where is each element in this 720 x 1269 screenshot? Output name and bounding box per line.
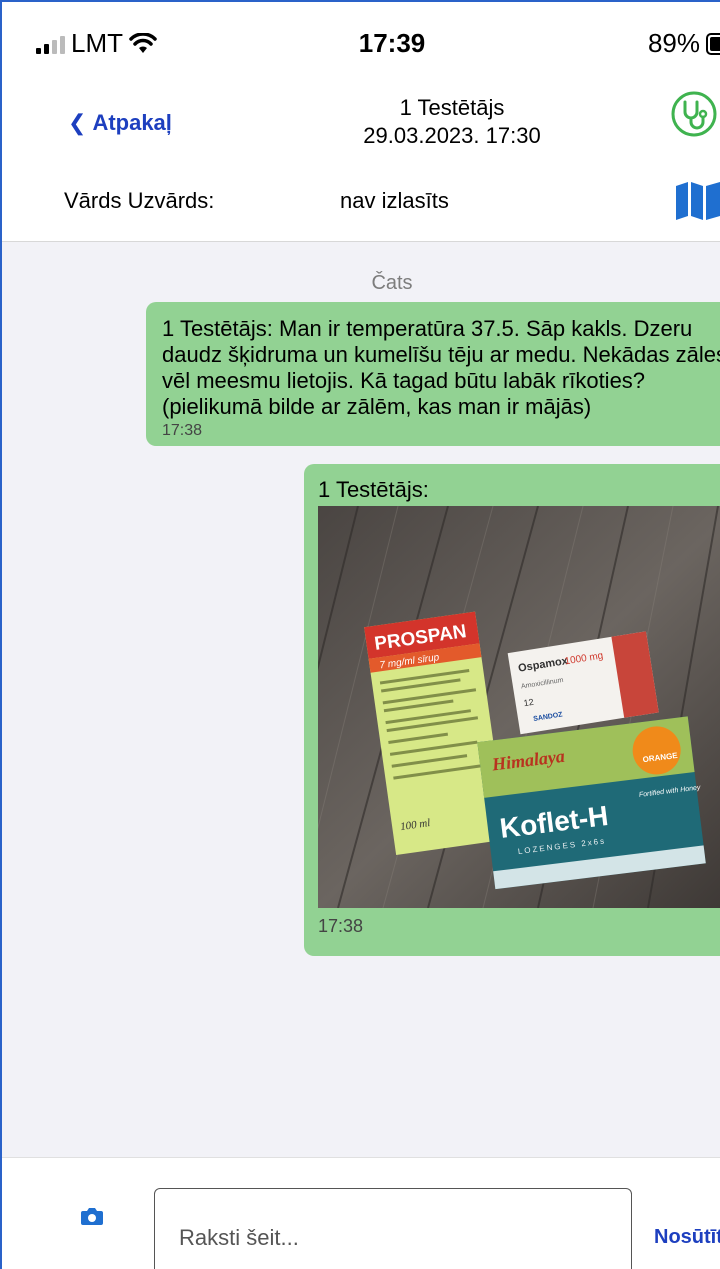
chat-area[interactable]: Čats 1 Testētājs: Man ir temperatūra 37.… <box>2 242 720 1157</box>
attached-photo[interactable]: PROSPAN 7 mg/ml sīrup 100 ml Ospamox 100… <box>318 506 720 908</box>
back-label: Atpakaļ <box>92 110 172 135</box>
message-sender: 1 Testētājs: <box>318 477 429 502</box>
image-message-bubble[interactable]: 1 Testētājs: PROSPAN 7 mg/ml sīrup 100 m… <box>304 464 720 956</box>
back-button[interactable]: ❮ Atpakaļ <box>68 110 172 136</box>
message-bubble[interactable]: 1 Testētājs: Man ir temperatūra 37.5. Sā… <box>146 302 720 446</box>
camera-icon[interactable] <box>80 1206 104 1226</box>
chevron-left-icon: ❮ <box>68 110 87 135</box>
patient-title: 1 Testētājs <box>399 95 505 120</box>
send-button[interactable]: Nosūtīt <box>654 1226 720 1249</box>
app-screen: LMT 17:39 89% ❮ Atpakaļ 1 Testētājs 29.0… <box>0 0 720 1269</box>
map-icon[interactable] <box>674 180 720 220</box>
koflet-box: Himalaya ORANGE Koflet-H LOZENGES 2x6s F… <box>477 716 706 890</box>
message-input[interactable] <box>179 1225 599 1251</box>
message-input-bar: Nosūtīt <box>2 1157 720 1269</box>
status-time: 17:39 <box>358 28 426 58</box>
message-text: 1 Testētājs: Man ir temperatūra 37.5. Sā… <box>162 316 720 419</box>
message-time: 17:38 <box>162 422 203 439</box>
stethoscope-icon[interactable] <box>670 90 718 138</box>
conversation-title: 1 Testētājs 29.03.2023. 17:30 <box>302 94 602 150</box>
battery-percent: 89% <box>647 28 700 58</box>
nav-header: ❮ Atpakaļ 1 Testētājs 29.03.2023. 17:30 … <box>2 84 720 242</box>
name-label: Vārds Uzvārds: <box>64 188 215 213</box>
battery-status: 89% <box>648 28 720 59</box>
message-field-frame <box>154 1188 632 1269</box>
battery-icon <box>706 32 720 55</box>
svg-text:12: 12 <box>523 697 534 708</box>
message-time: 17:38 <box>318 916 364 936</box>
medicine-photo: PROSPAN 7 mg/ml sīrup 100 ml Ospamox 100… <box>318 506 720 908</box>
name-value: nav izlasīts <box>340 188 449 213</box>
status-bar: LMT 17:39 89% <box>2 2 720 84</box>
chat-title: Čats <box>371 272 413 294</box>
consultation-datetime: 29.03.2023. 17:30 <box>363 123 541 148</box>
